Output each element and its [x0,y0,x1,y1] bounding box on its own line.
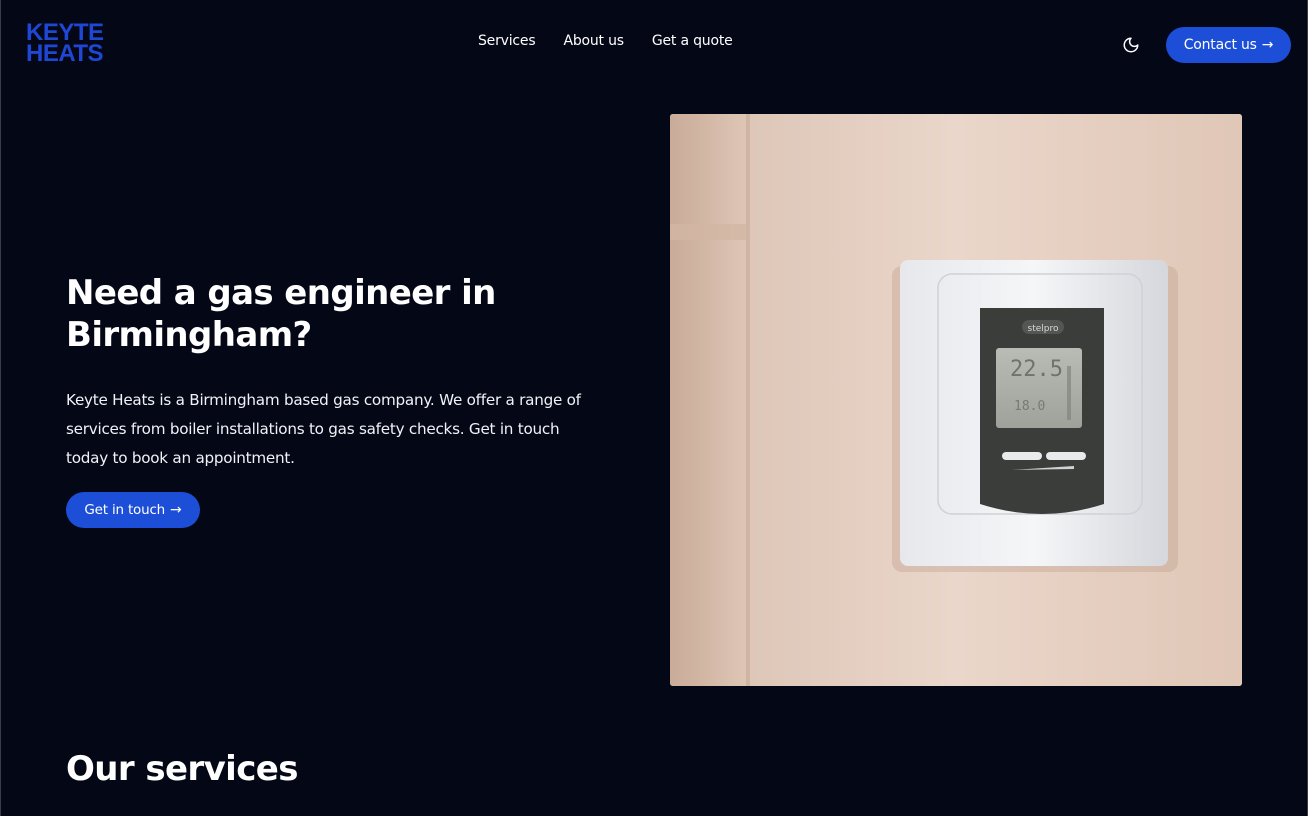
thermostat-photo: stelpro 22.5 18.0 [670,114,1242,686]
theme-toggle-button[interactable] [1120,34,1142,56]
main-nav: Services About us Get a quote [478,33,761,49]
moon-icon [1123,37,1139,53]
site-logo[interactable]: KEYTE HEATS [26,21,104,67]
nav-link-quote[interactable]: Get a quote [652,33,733,49]
hero-thermostat-image: stelpro 22.5 18.0 [670,114,1242,686]
services-section-title: Our services [66,749,298,789]
nav-link-services[interactable]: Services [478,33,536,49]
arrow-right-icon: → [1261,37,1274,53]
contact-us-button[interactable]: Contact us → [1166,27,1291,63]
hero-description: Keyte Heats is a Birmingham based gas co… [66,391,581,467]
arrow-right-icon: → [170,502,182,518]
nav-link-about[interactable]: About us [563,33,624,49]
logo-line-2: HEATS [26,40,104,67]
hero-title: Need a gas engineer in Birmingham? [66,273,496,355]
contact-us-label: Contact us [1183,37,1257,53]
thermostat-brand: stelpro [1028,324,1059,334]
site-header: KEYTE HEATS Services About us Get a quot… [0,0,1308,90]
get-in-touch-label: Get in touch [84,502,166,518]
thermostat-temp-main: 22.5 [1010,357,1063,382]
thermostat-temp-secondary: 18.0 [1014,399,1045,414]
get-in-touch-button[interactable]: Get in touch → [66,492,200,528]
